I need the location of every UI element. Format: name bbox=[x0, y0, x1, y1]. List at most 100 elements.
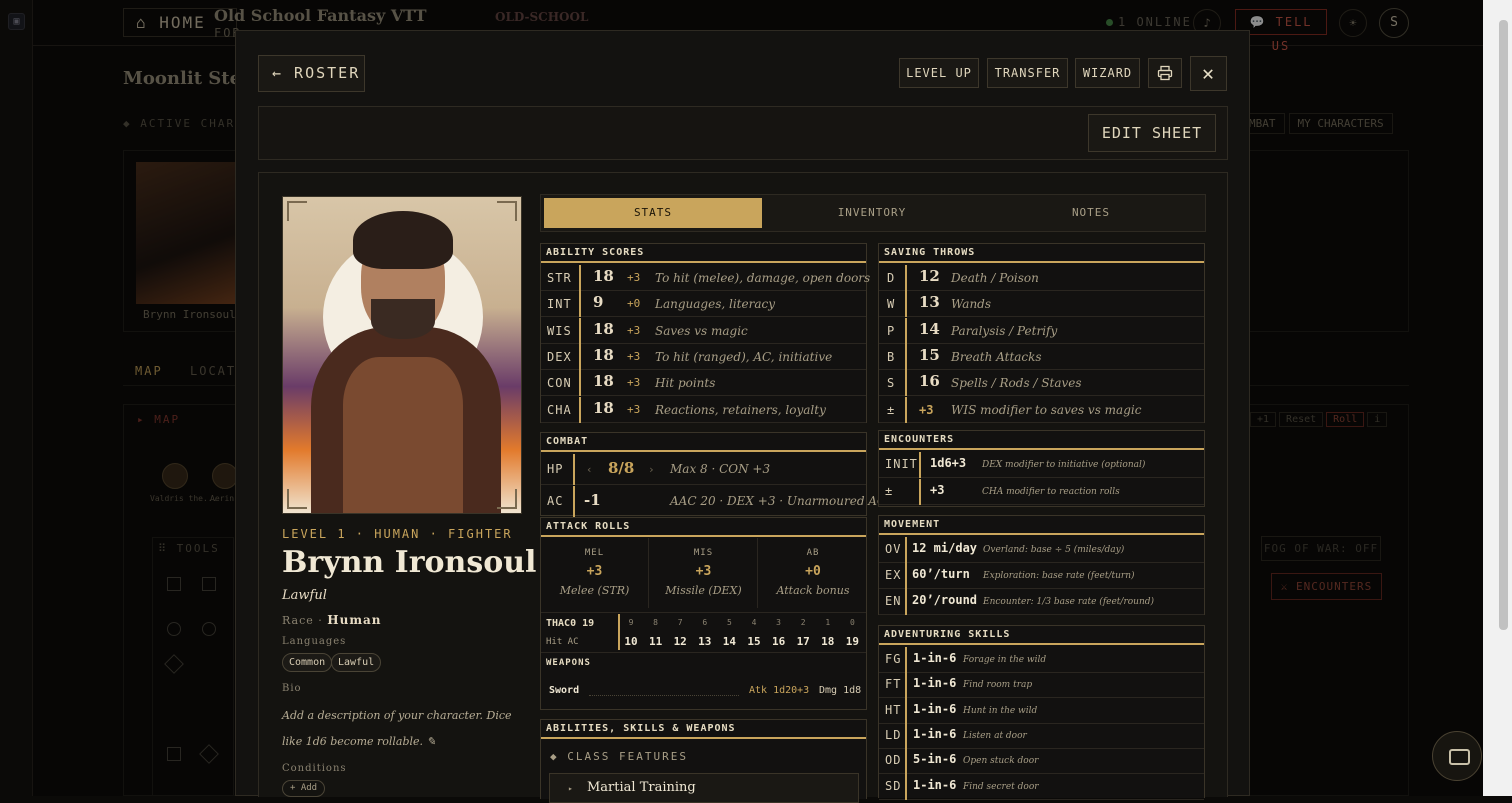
ability-modifier[interactable]: +0 bbox=[627, 297, 640, 310]
character-sheet: LEVEL 1 · HUMAN · FIGHTER Brynn Ironsoul… bbox=[258, 172, 1228, 803]
adventuring-skills-value[interactable]: 1-in-6 bbox=[913, 778, 956, 792]
adventuring-skills-title: ADVENTURING SKILLS bbox=[879, 626, 1204, 645]
adventuring-skills-description: Hunt in the wild bbox=[963, 705, 1038, 716]
thac-hit-value: 10 bbox=[624, 635, 638, 648]
roster-button[interactable]: ← ROSTER bbox=[258, 55, 365, 92]
movement-row: OV 12 mi/day Overland: base ÷ 5 (miles/day… bbox=[879, 537, 1204, 563]
adventuring-skills-value[interactable]: 1-in-6 bbox=[913, 702, 956, 716]
thac-ac-value: 8 bbox=[653, 618, 658, 627]
attack-col-bonus[interactable]: +0 bbox=[759, 564, 867, 579]
bio-text[interactable]: Add a description of your character. Dic… bbox=[282, 703, 522, 755]
divider bbox=[573, 486, 575, 517]
portrait-armor bbox=[343, 357, 463, 513]
movement-key: OV bbox=[885, 542, 902, 556]
feature-martial-training[interactable]: ▸ Martial Training bbox=[549, 773, 859, 803]
scrollbar-thumb[interactable] bbox=[1499, 20, 1508, 630]
hp-increment-button[interactable]: › bbox=[648, 463, 655, 476]
wizard-button[interactable]: WIZARD bbox=[1075, 58, 1140, 88]
save-value[interactable]: 16 bbox=[919, 372, 940, 390]
adventuring-skills-value[interactable]: 1-in-6 bbox=[913, 727, 956, 741]
weapons-label: WEAPONS bbox=[546, 658, 591, 668]
encounters-panel: ENCOUNTERS INIT 1d6+3 DEX modifier to init… bbox=[878, 430, 1205, 507]
ac-row: AC -1 AAC 20 · DEX +3 · Unarmoured AC 6 bbox=[541, 486, 898, 517]
encounters-value[interactable]: 1d6+3 bbox=[930, 456, 966, 470]
divider bbox=[905, 343, 907, 370]
movement-value[interactable]: 60’/turn bbox=[912, 567, 970, 581]
close-button[interactable]: ✕ bbox=[1190, 56, 1227, 91]
edit-sheet-button[interactable]: EDIT SHEET bbox=[1088, 114, 1216, 152]
ability-modifier[interactable]: +3 bbox=[627, 376, 640, 389]
movement-description: Encounter: 1/3 base rate (feet/round) bbox=[983, 597, 1155, 607]
divider bbox=[905, 647, 907, 673]
adventuring-skills-description: Find room trap bbox=[963, 680, 1033, 691]
tab-notes[interactable]: NOTES bbox=[982, 198, 1200, 228]
divider bbox=[589, 695, 739, 696]
divider bbox=[905, 317, 907, 344]
class-features-label[interactable]: ◆ CLASS FEATURES bbox=[550, 750, 688, 763]
add-condition-button[interactable]: + Add bbox=[282, 780, 326, 797]
ability-score[interactable]: 9 bbox=[593, 293, 603, 311]
thac-hit-value: 12 bbox=[673, 635, 687, 648]
saving-throws-title: SAVING THROWS bbox=[879, 244, 1204, 263]
divider bbox=[905, 748, 907, 775]
attack-col-bonus[interactable]: +3 bbox=[650, 564, 757, 579]
save-value[interactable]: 14 bbox=[919, 320, 940, 338]
adventuring-skills-description: Find secret door bbox=[963, 781, 1039, 792]
ability-row-int: INT 9 +0 Languages, literacy bbox=[541, 291, 866, 318]
transfer-button[interactable]: TRANSFER bbox=[987, 58, 1068, 88]
movement-value[interactable]: 20’/round bbox=[912, 593, 977, 607]
ability-score[interactable]: 18 bbox=[593, 320, 614, 338]
attack-col-ab[interactable]: AB +0 Attack bonus bbox=[759, 538, 867, 608]
thac-hit-value: 15 bbox=[747, 635, 761, 648]
ac-description: AAC 20 · DEX +3 · Unarmoured AC 6 bbox=[670, 494, 898, 508]
thac-hit-value: 16 bbox=[771, 635, 786, 648]
chat-bubble-icon[interactable] bbox=[1432, 731, 1482, 781]
ability-modifier[interactable]: +3 bbox=[627, 350, 640, 363]
tab-inventory[interactable]: INVENTORY bbox=[763, 198, 981, 228]
thac-ac-value: 1 bbox=[825, 618, 831, 627]
adventuring-skills-value[interactable]: 1-in-6 bbox=[913, 651, 956, 665]
adventuring-skills-value[interactable]: 1-in-6 bbox=[913, 676, 956, 690]
weapon-damage-roll[interactable]: Dmg 1d8 bbox=[819, 685, 861, 696]
save-row: P 14 Paralysis / Petrify bbox=[879, 317, 1204, 344]
adventuring-skills-row: FG 1-in-6 Forage in the wild bbox=[879, 647, 1204, 673]
weapon-name[interactable]: Sword bbox=[549, 685, 579, 696]
encounters-row: ± +3 CHA modifier to reaction rolls bbox=[879, 479, 1204, 505]
tab-stats[interactable]: STATS bbox=[544, 198, 762, 228]
ability-score[interactable]: 18 bbox=[593, 346, 614, 364]
sheet-tabs: STATS INVENTORY NOTES bbox=[540, 194, 1206, 232]
attack-col-mis[interactable]: MIS +3 Missile (DEX) bbox=[650, 538, 758, 608]
hp-value[interactable]: 8/8 bbox=[608, 459, 634, 477]
weapon-attack-roll[interactable]: Atk 1d20+3 bbox=[749, 685, 809, 696]
ability-row-wis: WIS 18 +3 Saves vs magic bbox=[541, 317, 866, 344]
ability-score[interactable]: 18 bbox=[593, 267, 614, 285]
print-button[interactable] bbox=[1148, 58, 1182, 88]
encounters-description: CHA modifier to reaction rolls bbox=[982, 487, 1120, 497]
encounters-value[interactable]: +3 bbox=[930, 483, 944, 497]
movement-description: Overland: base ÷ 5 (miles/day) bbox=[983, 545, 1125, 555]
adventuring-skills-key: LD bbox=[885, 727, 902, 742]
save-value[interactable]: +3 bbox=[919, 403, 933, 417]
adventuring-skills-value[interactable]: 5-in-6 bbox=[913, 752, 956, 766]
encounters-description: DEX modifier to initiative (optional) bbox=[982, 460, 1146, 470]
level-up-button[interactable]: LEVEL UP bbox=[899, 58, 979, 88]
ability-scores-title: ABILITY SCORES bbox=[541, 244, 866, 263]
save-value[interactable]: 13 bbox=[919, 293, 940, 311]
attack-rolls-panel: ATTACK ROLLS MEL +3 Melee (STR) MIS +3 Missil… bbox=[540, 517, 867, 710]
movement-value[interactable]: 12 mi/day bbox=[912, 541, 977, 555]
hp-decrement-button[interactable]: ‹ bbox=[586, 463, 593, 476]
adventuring-skills-row: OD 5-in-6 Open stuck door bbox=[879, 748, 1204, 775]
attack-col-mel[interactable]: MEL +3 Melee (STR) bbox=[541, 538, 649, 608]
ability-modifier[interactable]: +3 bbox=[627, 324, 640, 337]
divider bbox=[919, 479, 921, 505]
ability-score[interactable]: 18 bbox=[593, 372, 614, 390]
ability-modifier[interactable]: +3 bbox=[627, 403, 640, 416]
attack-col-bonus[interactable]: +3 bbox=[541, 564, 648, 579]
save-value[interactable]: 12 bbox=[919, 267, 940, 285]
hit-ac-label: Hit AC bbox=[546, 637, 579, 647]
portrait-hair bbox=[353, 211, 453, 269]
divider bbox=[905, 265, 907, 291]
ability-score[interactable]: 18 bbox=[593, 399, 614, 417]
ability-modifier[interactable]: +3 bbox=[627, 271, 640, 284]
save-value[interactable]: 15 bbox=[919, 346, 940, 364]
